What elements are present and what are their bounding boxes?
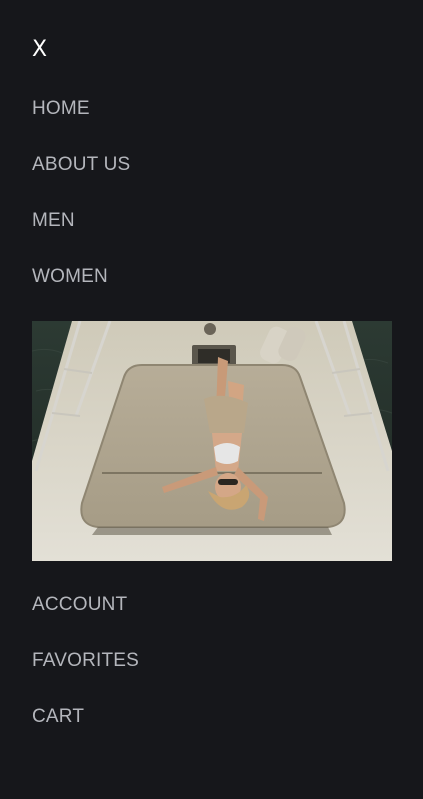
- nav-link-cart[interactable]: CART: [32, 705, 84, 729]
- promo-image[interactable]: [32, 321, 392, 561]
- close-menu-button[interactable]: X: [32, 38, 47, 62]
- nav-link-about-us[interactable]: ABOUT US: [32, 153, 130, 177]
- mobile-nav-menu: X HOME ABOUT US MEN WOMEN ACCOUNT FAVORI…: [0, 0, 423, 799]
- nav-link-account[interactable]: ACCOUNT: [32, 593, 127, 617]
- nav-link-favorites[interactable]: FAVORITES: [32, 649, 139, 673]
- nav-link-men[interactable]: MEN: [32, 209, 75, 233]
- nav-link-home[interactable]: HOME: [32, 97, 90, 121]
- nav-link-women[interactable]: WOMEN: [32, 265, 108, 289]
